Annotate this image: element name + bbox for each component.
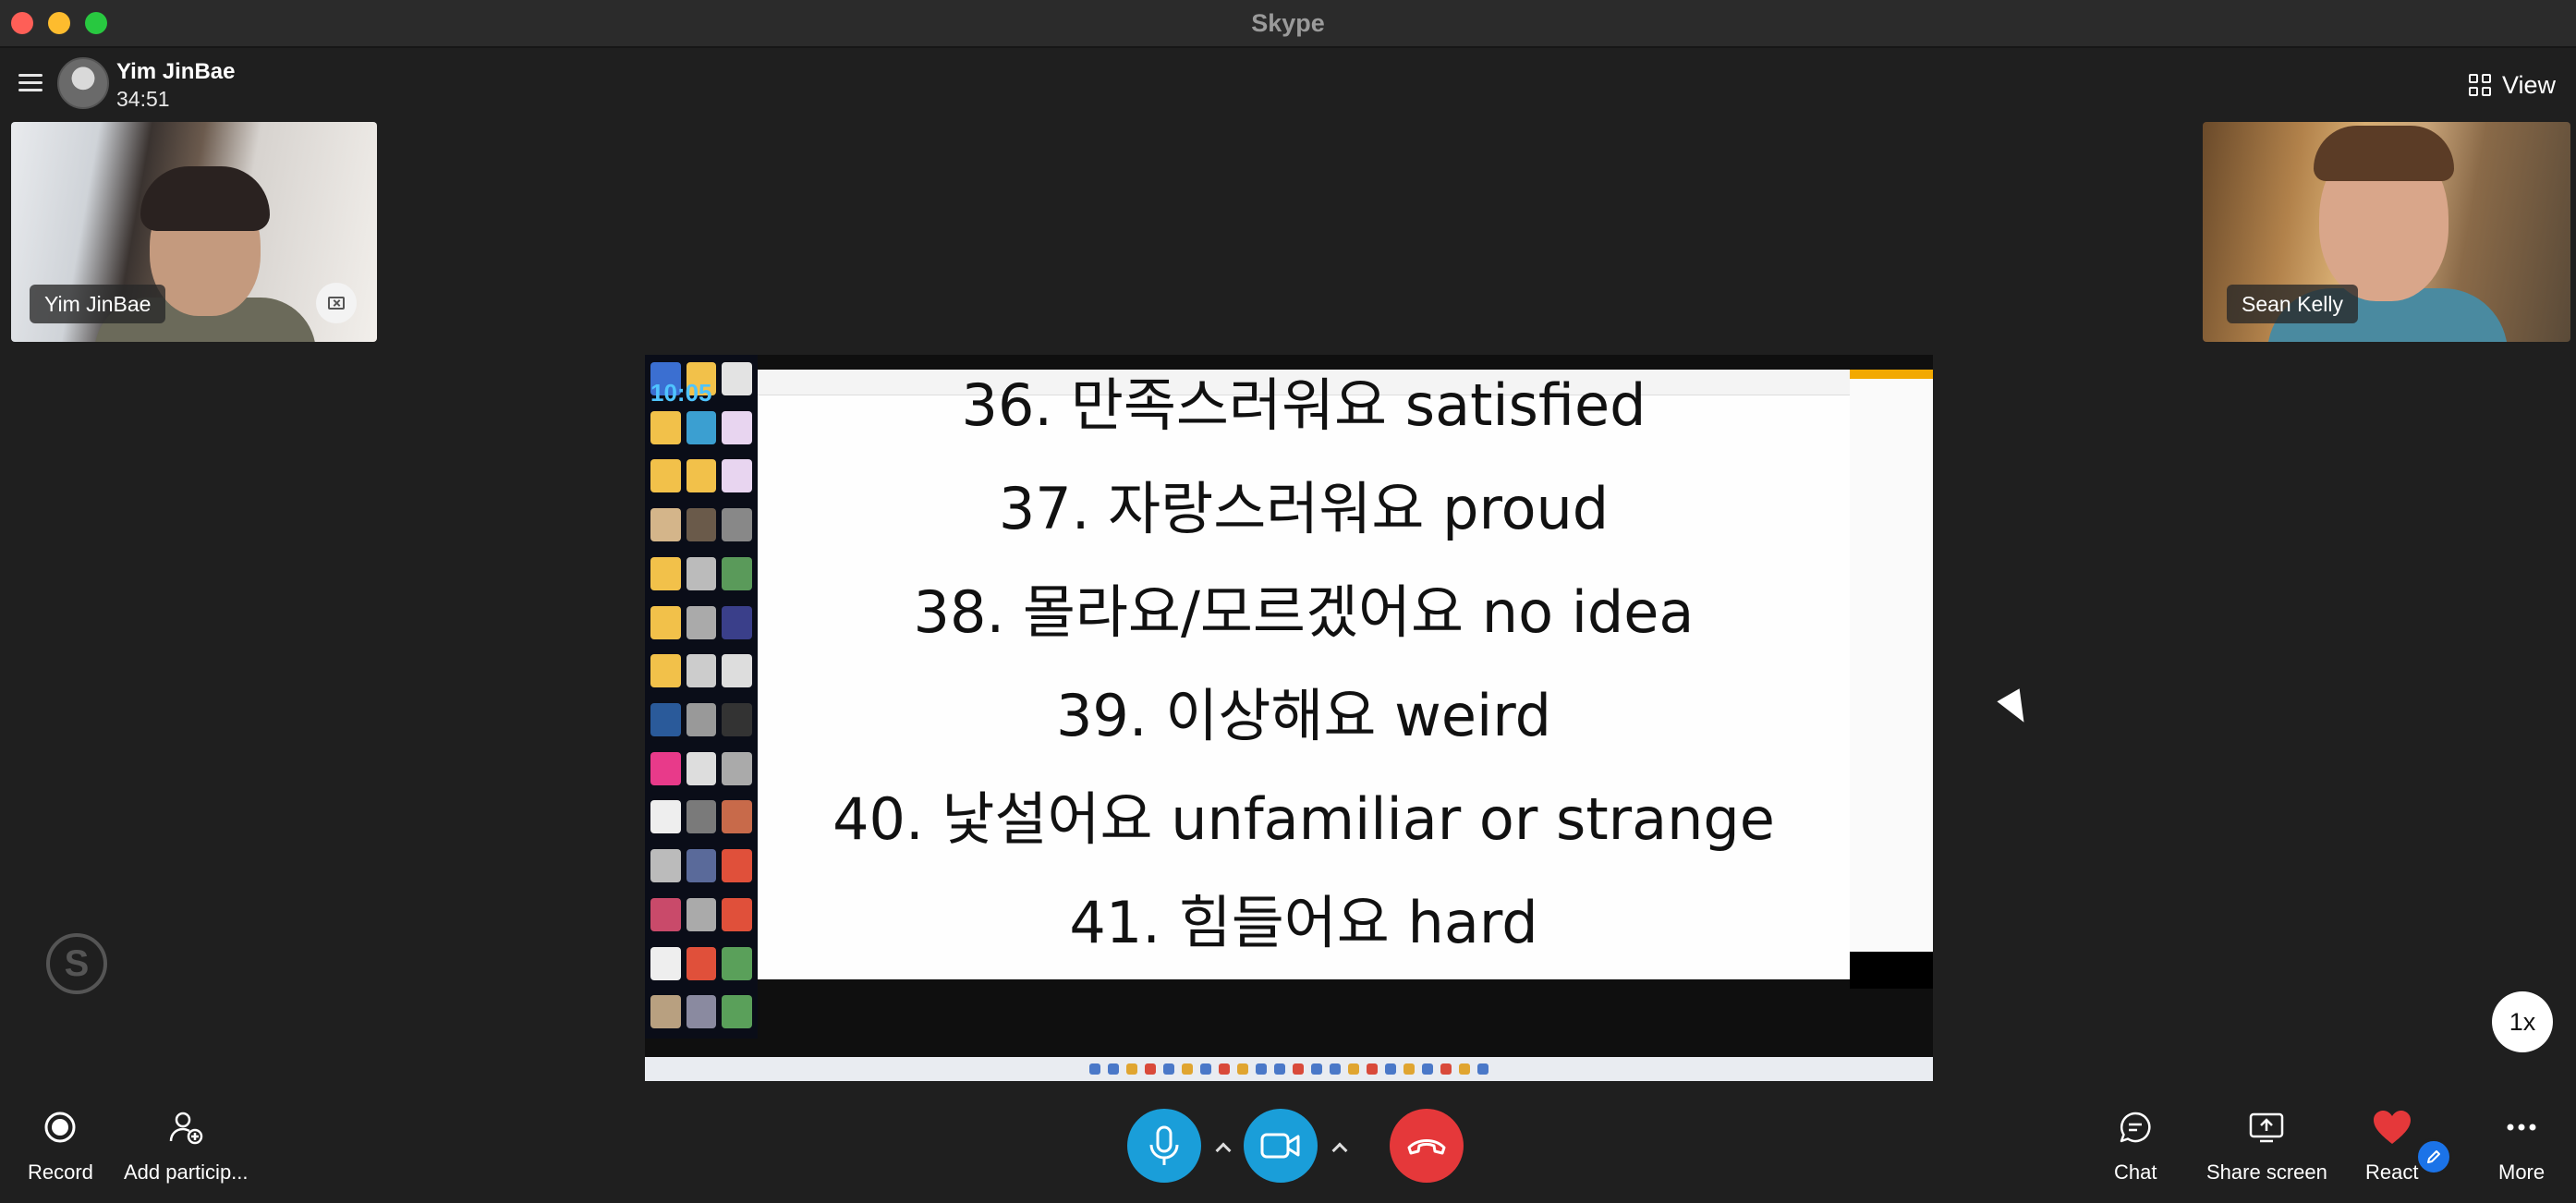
vocab-line: 39. 이상해요 weird	[1055, 682, 1551, 749]
camera-icon	[1260, 1133, 1300, 1159]
participant-name-tag: Sean Kelly	[2227, 285, 2358, 323]
audio-settings-chevron-icon[interactable]	[1205, 1129, 1242, 1166]
chat-button[interactable]: Chat	[2114, 1107, 2157, 1185]
remote-taskbar	[645, 1057, 1933, 1081]
app-title: Skype	[1251, 9, 1325, 37]
desktop-icons	[645, 355, 758, 1039]
heart-icon	[2372, 1107, 2412, 1148]
share-screen-icon	[2246, 1107, 2287, 1148]
vocab-line: 36. 만족스러워요 satisfied	[961, 371, 1646, 439]
hang-up-icon	[1407, 1139, 1446, 1155]
react-label: React	[2365, 1160, 2419, 1184]
video-settings-chevron-icon[interactable]	[1321, 1129, 1358, 1166]
hamburger-menu-icon[interactable]	[18, 74, 43, 92]
end-call-button[interactable]	[1390, 1109, 1464, 1183]
vocab-line: 40. 낯설어요 unfamiliar or strange	[832, 785, 1775, 853]
playback-speed-button[interactable]: 1x	[2492, 991, 2553, 1052]
call-toolbar: Record Add particip... Chat Share screen…	[0, 1088, 2576, 1203]
share-screen-label: Share screen	[2206, 1160, 2327, 1184]
close-box-icon	[328, 297, 345, 310]
view-button[interactable]: View	[2468, 70, 2556, 100]
background-window	[1850, 370, 1933, 989]
more-dots-icon	[2501, 1107, 2542, 1148]
record-icon	[40, 1107, 80, 1148]
call-timer: 34:51	[116, 87, 170, 111]
pencil-icon[interactable]	[2415, 1138, 2452, 1175]
more-button[interactable]: More	[2498, 1107, 2545, 1185]
hide-self-view-button[interactable]	[316, 283, 357, 323]
view-label: View	[2501, 70, 2556, 99]
mute-button[interactable]	[1127, 1109, 1201, 1183]
vocab-line: 37. 자랑스러워요 proud	[998, 475, 1610, 542]
record-label: Record	[28, 1160, 93, 1184]
share-screen-button[interactable]: Share screen	[2206, 1107, 2327, 1185]
record-button[interactable]: Record	[28, 1107, 93, 1185]
more-label: More	[2498, 1160, 2546, 1184]
microphone-icon	[1149, 1125, 1179, 1165]
chat-label: Chat	[2114, 1160, 2157, 1184]
add-participant-label: Add particip...	[124, 1160, 249, 1184]
participant-tile-yim-jinbae[interactable]: Yim JinBae	[11, 122, 377, 342]
window-titlebar: Skype	[0, 0, 2576, 48]
skype-logo-icon: S	[46, 933, 107, 994]
grid-icon	[2468, 74, 2491, 96]
caller-name: Yim JinBae	[116, 59, 236, 84]
react-button[interactable]: React	[2365, 1107, 2418, 1185]
add-participant-button[interactable]: Add particip...	[124, 1107, 249, 1185]
shared-screen: 10:05 36. 만족스러워요 satisfied 37. 자랑스러워요 pr…	[645, 355, 1933, 1081]
vocab-line: 41. 힘들어요 hard	[1069, 889, 1538, 956]
avatar[interactable]	[57, 57, 109, 109]
desktop-clock: 10:05	[650, 379, 712, 407]
vocab-line: 38. 몰라요/모르겠어요 no idea	[913, 578, 1695, 646]
chat-icon	[2115, 1107, 2156, 1148]
participant-tile-sean-kelly[interactable]: Sean Kelly	[2203, 122, 2570, 342]
participant-name-tag: Yim JinBae	[30, 285, 166, 323]
mouse-cursor-icon	[1997, 688, 2035, 729]
add-person-icon	[165, 1107, 206, 1148]
image-viewer-window: 36. 만족스러워요 satisfied 37. 자랑스러워요 proud 38…	[758, 370, 1850, 979]
video-button[interactable]	[1244, 1109, 1318, 1183]
call-header: Yim JinBae 34:51 View	[0, 50, 2576, 120]
